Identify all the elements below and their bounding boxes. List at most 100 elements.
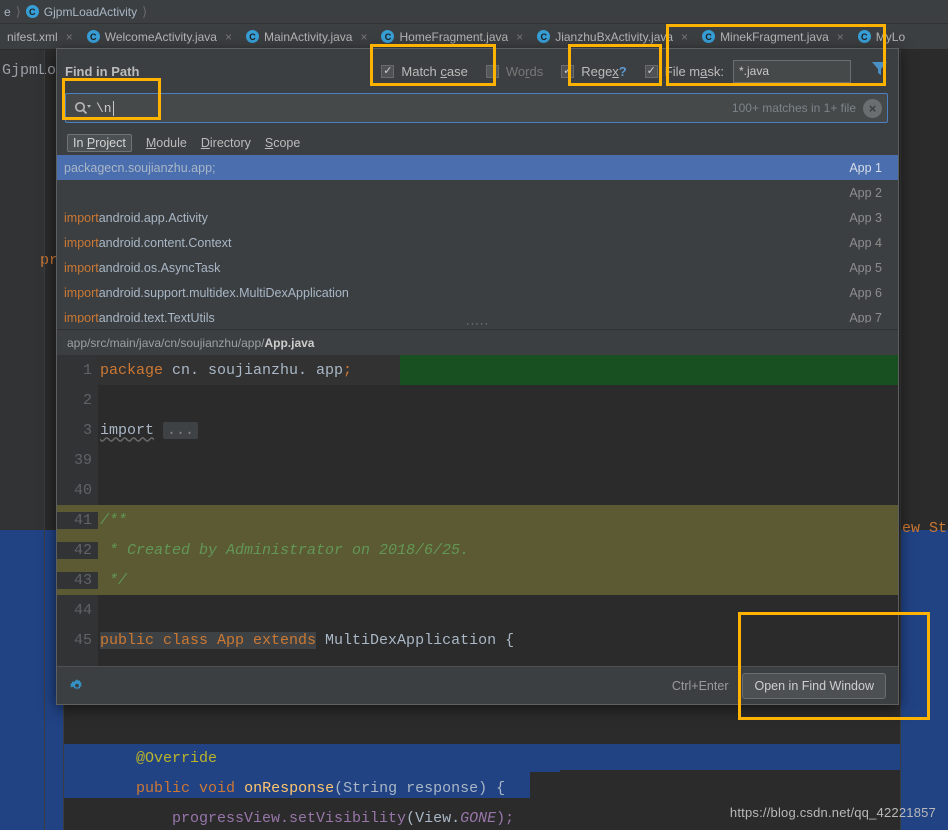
text-caret (112, 100, 114, 116)
search-result-row[interactable]: import android.content.Context App 4 (57, 230, 898, 255)
search-result-row[interactable]: import android.support.multidex.MultiDex… (57, 280, 898, 305)
preview-code-line: 43 */ (57, 565, 898, 595)
background-file-tag: GjpmLo (2, 62, 57, 79)
result-file-label: App 1 (849, 160, 882, 175)
line-number: 41 (57, 511, 98, 529)
search-result-row[interactable]: import android.os.AsyncTask App 5 (57, 255, 898, 280)
code-token: (View. (406, 810, 461, 827)
search-result-row[interactable]: package cn.soujianzhu.app; App 1 (57, 155, 898, 180)
clear-search-icon[interactable]: × (863, 99, 882, 118)
class-icon: C (245, 30, 259, 43)
class-icon: C (537, 30, 551, 43)
editor-tab[interactable]: C JianzhuBxActivity.java × (530, 24, 695, 49)
background-code-line: public void onResponse(String response) … (100, 774, 948, 804)
editor-tab-label: WelcomeActivity.java (104, 29, 217, 44)
preview-code-line: 45 public class App extends MultiDexAppli… (57, 625, 898, 655)
preview-code-line: 42 * Created by Administrator on 2018/6/… (57, 535, 898, 565)
scope-option[interactable]: In Project (67, 134, 132, 152)
result-text: android.support.multidex.MultiDexApplica… (98, 285, 349, 300)
code-token: public (136, 780, 191, 797)
class-icon: C (857, 30, 871, 43)
shortcut-hint: Ctrl+Enter (671, 678, 729, 693)
editor-tab[interactable]: C HomeFragment.java × (374, 24, 530, 49)
scope-selector: In Project Module Directory Scope (57, 131, 898, 155)
editor-tab[interactable]: nifest.xml × (0, 24, 80, 49)
close-icon[interactable]: × (837, 30, 844, 44)
gear-icon[interactable] (69, 678, 85, 694)
line-number: 42 (57, 541, 98, 559)
gutter-divider-1 (44, 50, 45, 830)
line-text: /** (100, 511, 128, 529)
gutter-divider-3 (900, 50, 901, 830)
open-in-find-window-button[interactable]: Open in Find Window (742, 672, 886, 699)
code-preview[interactable]: 1 package cn. soujianzhu. app; 2 3 import ..… (57, 355, 898, 666)
ide-window: e ⟩ C GjpmLoadActivity ⟩ nifest.xml × C Wel… (0, 0, 948, 830)
class-icon: C (381, 30, 395, 43)
close-icon[interactable]: × (66, 30, 73, 44)
regex-match-highlight (400, 355, 898, 385)
close-icon[interactable]: × (681, 30, 688, 44)
search-results-list[interactable]: package cn.soujianzhu.app; App 1 App 2 impo… (57, 155, 898, 323)
search-input-value[interactable]: \n (96, 101, 112, 116)
line-text: public class App extends MultiDexApplica… (100, 631, 515, 649)
regex-checkbox[interactable]: ✓ (561, 64, 575, 78)
editor-tab-label: MyLo (875, 29, 906, 44)
editor-tab[interactable]: C MainActivity.java × (239, 24, 375, 49)
editor-tab[interactable]: C MyLo (851, 24, 912, 49)
file-mask-input[interactable]: *.java (733, 59, 851, 83)
code-token: progressView (100, 810, 281, 827)
result-file-label: App 4 (849, 235, 882, 250)
code-token: GONE (460, 810, 497, 827)
close-icon[interactable]: × (360, 30, 367, 44)
scope-option[interactable]: Directory (201, 136, 251, 150)
editor-tab[interactable]: C MinekFragment.java × (695, 24, 851, 49)
match-case-checkbox[interactable]: ✓ (381, 64, 395, 78)
scope-label: Module (145, 136, 187, 150)
line-number: 39 (73, 451, 92, 469)
result-file-label: App 5 (849, 260, 882, 275)
editor-tab-label: HomeFragment.java (399, 29, 509, 44)
class-icon: C (25, 5, 39, 18)
match-case-label: Match case (401, 63, 468, 79)
result-keyword: import (64, 235, 99, 250)
close-icon[interactable]: × (225, 30, 232, 44)
close-icon[interactable]: × (516, 30, 523, 44)
breadcrumb-prefix: e (4, 4, 11, 19)
breadcrumb-separator-icon: ⟩ (15, 3, 21, 19)
code-token: ); (496, 810, 515, 827)
line-text: * Created by Administrator on 2018/6/25. (100, 541, 470, 559)
scope-option[interactable]: Scope (265, 136, 300, 150)
search-result-row[interactable]: App 2 (57, 180, 898, 205)
file-mask-label: File mask: (664, 63, 724, 79)
funnel-icon[interactable] (871, 61, 888, 81)
search-result-row[interactable]: import android.app.Activity App 3 (57, 205, 898, 230)
regex-option[interactable]: ✓ Regex? (561, 64, 627, 79)
words-option[interactable]: Words (485, 63, 544, 79)
result-text: cn.soujianzhu.app; (111, 160, 216, 175)
preview-code-line: 41/** (57, 505, 898, 535)
match-case-option[interactable]: ✓ Match case (381, 63, 468, 79)
dialog-footer: Ctrl+Enter Open in Find Window (57, 666, 898, 704)
result-keyword: import (64, 310, 99, 324)
line-number: 1 (82, 361, 92, 379)
editor-tab[interactable]: C WelcomeActivity.java × (80, 24, 239, 49)
dialog-title: Find in Path (65, 63, 140, 79)
search-icon[interactable] (74, 101, 91, 116)
line-number: 2 (82, 391, 92, 409)
file-mask-option[interactable]: ✓ File mask: *.java (644, 59, 851, 83)
file-mask-checkbox[interactable]: ✓ (644, 64, 658, 78)
preview-code-line: 44 (57, 595, 898, 625)
words-checkbox[interactable] (485, 64, 499, 78)
line-number: 3 (82, 421, 92, 439)
result-keyword: import (64, 260, 99, 275)
search-options: ✓ Match case Words ✓ Regex? ✓ File mask:… (381, 59, 888, 83)
result-keyword: package (64, 160, 112, 175)
results-resize-handle[interactable] (57, 323, 898, 330)
scope-option[interactable]: Module (146, 136, 187, 150)
result-text: android.content.Context (98, 235, 232, 250)
words-label: Words (505, 63, 544, 79)
result-keyword: import (64, 210, 99, 225)
